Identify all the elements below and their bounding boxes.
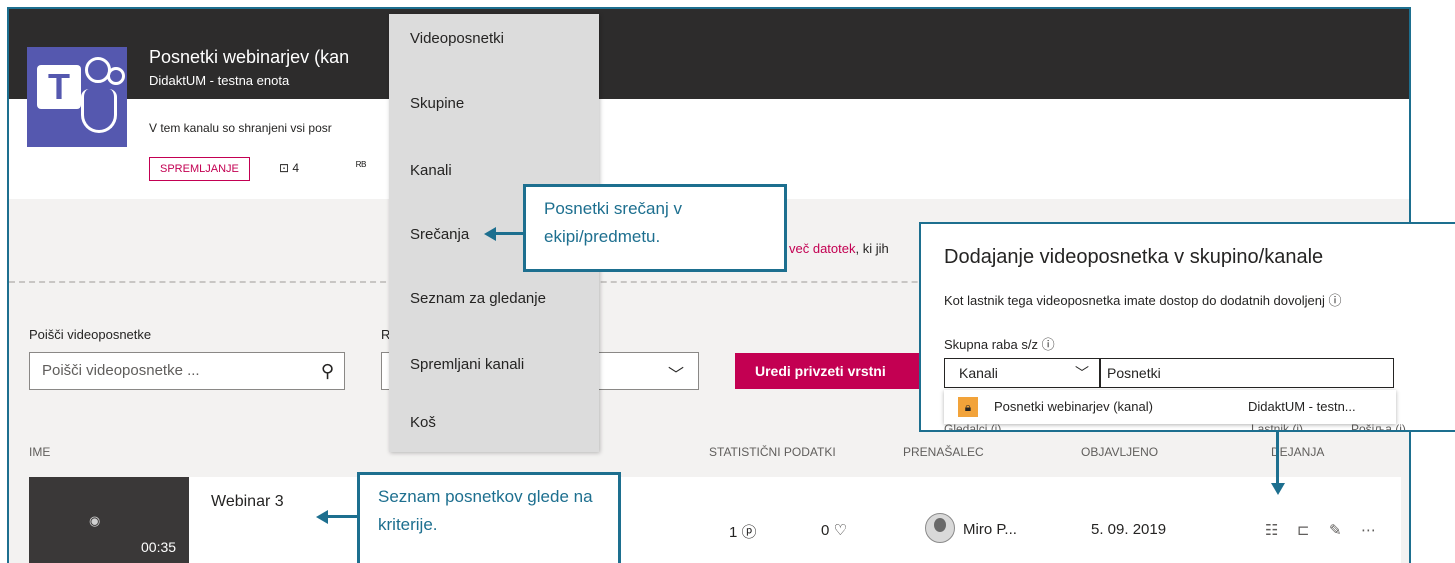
- video-duration: 00:35: [141, 539, 177, 555]
- channel-title: Posnetki webinarjev (kan: [149, 47, 350, 67]
- likes-stat: 0 ♡: [821, 521, 847, 539]
- heart-icon[interactable]: ♡: [834, 522, 847, 539]
- menu-item-recycle-bin[interactable]: Koš: [410, 414, 436, 431]
- column-header-actions: DEJANJA: [1271, 445, 1325, 459]
- views-stat: 1 ⓟ: [729, 521, 757, 542]
- search-label: Poišči videoposnetke: [29, 327, 152, 342]
- suggestion-channel-name: Posnetki webinarjev (kanal): [994, 399, 1153, 414]
- callout-meetings-arrowhead: [484, 227, 496, 241]
- upload-more-link[interactable]: več datotek: [789, 241, 856, 256]
- search-icon[interactable]: ⚲: [321, 353, 334, 389]
- menu-item-meetings[interactable]: Srečanja: [410, 226, 469, 243]
- dialog-pointer-arrow: [1276, 432, 1279, 484]
- add-video-dialog: Dodajanje videoposnetka v skupino/kanale…: [919, 222, 1455, 432]
- chevron-down-icon: ﹀: [667, 367, 684, 384]
- share-type-select[interactable]: Kanali ﹀: [944, 358, 1100, 388]
- video-thumbnail[interactable]: ◉ 00:35: [29, 477, 189, 563]
- chevron-down-icon: ﹀: [1075, 365, 1089, 381]
- dialog-subtitle-text: Kot lastnik tega videoposnetka imate dos…: [944, 293, 1325, 308]
- upload-hint: več datotek, ki jih: [789, 241, 889, 256]
- follow-button[interactable]: SPREMLJANJE: [149, 157, 250, 181]
- column-header-presenter: PRENAŠALEC: [903, 445, 984, 459]
- remove-from-list-icon[interactable]: ☷: [1265, 521, 1278, 539]
- pencil-icon[interactable]: ✎: [1329, 521, 1342, 539]
- search-placeholder: Poišči videoposnetke ...: [42, 362, 200, 379]
- info-icon[interactable]: ⓘ: [1329, 293, 1342, 308]
- channel-team-name[interactable]: DidaktUM - testna enota: [149, 73, 289, 88]
- upload-hint-text: , ki jih: [855, 241, 889, 256]
- callout-meetings-arrow: [496, 232, 524, 235]
- callout-list-arrow: [328, 515, 358, 518]
- published-date: 5. 09. 2019: [1091, 521, 1167, 538]
- stream-placeholder-icon: ◉: [89, 513, 101, 528]
- play-circle-icon: ⓟ: [741, 524, 757, 541]
- views-count: 1: [729, 524, 738, 541]
- likes-count: 0: [821, 522, 830, 539]
- menu-item-videos[interactable]: Videoposnetki: [410, 30, 504, 47]
- column-header-published[interactable]: OBJAVLJENO: [1081, 445, 1158, 459]
- suggestion-team-name: DidaktUM - testn...: [1248, 399, 1356, 414]
- more-icon[interactable]: ⋯: [1361, 521, 1376, 539]
- callout-list-arrowhead: [316, 510, 328, 524]
- video-count-icon: ⊡: [279, 161, 293, 175]
- menu-item-watchlist[interactable]: Seznam za gledanje: [410, 290, 546, 307]
- edit-default-order-button[interactable]: Uredi privzeti vrstni: [735, 353, 935, 389]
- video-title[interactable]: Webinar 3: [211, 493, 284, 511]
- share-label: Skupna raba s/z ⓘ: [944, 334, 1055, 353]
- search-input[interactable]: Poišči videoposnetke ... ⚲: [29, 352, 345, 390]
- callout-meetings: Posnetki srečanj v ekipi/predmetu.: [523, 184, 787, 272]
- column-header-name[interactable]: IME: [29, 445, 50, 459]
- avatar: [925, 513, 955, 543]
- channel-search-input[interactable]: Posnetki: [1100, 358, 1394, 388]
- members-icon[interactable]: ᴿᴮ: [356, 159, 366, 173]
- dialog-pointer-arrowhead: [1271, 483, 1285, 495]
- presenter-name[interactable]: Miro P...: [963, 521, 1017, 538]
- menu-item-followed-channels[interactable]: Spremljani kanali: [410, 356, 524, 373]
- add-to-group-icon[interactable]: ⊏: [1297, 521, 1310, 539]
- lock-icon: 🔒︎: [958, 397, 978, 417]
- dialog-subtitle: Kot lastnik tega videoposnetka imate dos…: [944, 290, 1342, 309]
- dialog-title: Dodajanje videoposnetka v skupino/kanale: [944, 246, 1324, 268]
- share-label-text: Skupna raba s/z: [944, 337, 1038, 352]
- video-row[interactable]: ◉ 00:35 Webinar 3 1 ⓟ 0 ♡ Miro P... 5. 0…: [29, 477, 1401, 563]
- channel-description: V tem kanalu so shranjeni vsi posr: [149, 121, 332, 135]
- menu-item-groups[interactable]: Skupine: [410, 95, 464, 112]
- video-count: ⊡ 4: [279, 161, 299, 175]
- menu-item-channels[interactable]: Kanali: [410, 162, 452, 179]
- share-type-value: Kanali: [959, 365, 998, 381]
- teams-logo-icon: T: [27, 47, 127, 147]
- callout-list: Seznam posnetkov glede na kriterije.: [357, 472, 621, 563]
- channel-suggestion[interactable]: 🔒︎ Posnetki webinarjev (kanal) DidaktUM …: [944, 390, 1396, 424]
- video-count-value: 4: [292, 161, 300, 175]
- column-header-stats: STATISTIČNI PODATKI: [709, 445, 836, 459]
- info-icon[interactable]: ⓘ: [1042, 337, 1055, 352]
